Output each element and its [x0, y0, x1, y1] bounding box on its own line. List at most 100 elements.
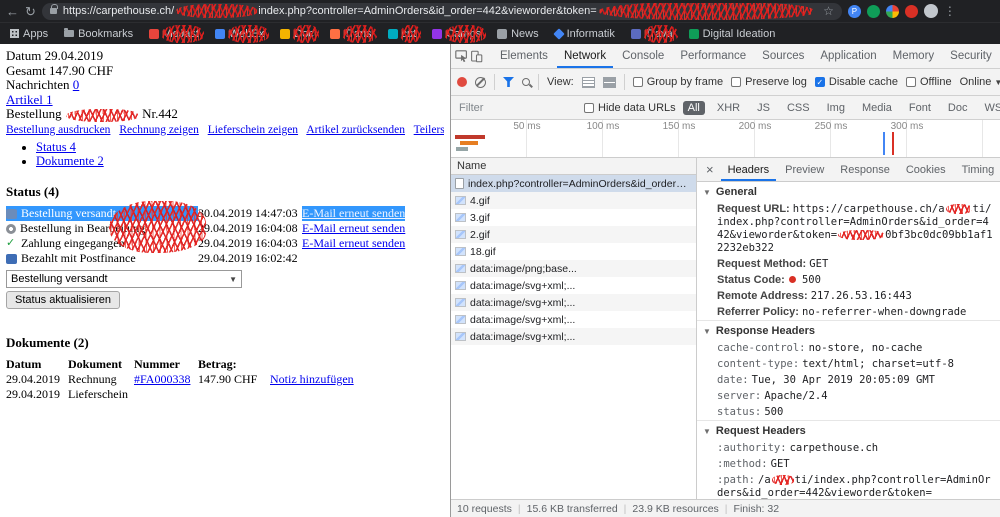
throttling-select[interactable]: Online ▼ — [960, 76, 1000, 88]
request-row[interactable]: index.php?controller=AdminOrders&id_orde… — [451, 175, 696, 192]
request-row[interactable]: 3.gif — [451, 209, 696, 226]
articles-link[interactable]: Artikel 1 — [6, 92, 53, 107]
inspect-element-icon[interactable] — [455, 48, 468, 64]
record-icon[interactable] — [457, 77, 467, 87]
tab-memory[interactable]: Memory — [886, 45, 942, 68]
filter-type-xhr[interactable]: XHR — [712, 101, 745, 115]
invoice-number-link[interactable]: #FA000338 — [134, 372, 198, 387]
bookmark-item[interactable]: Informatik — [552, 28, 615, 40]
general-row: Remote Address: 217.26.53.16:443 — [697, 288, 1000, 304]
tab-sources[interactable]: Sources — [755, 45, 811, 68]
toc-documents-link[interactable]: Dokumente 2 — [36, 154, 104, 168]
filter-type-doc[interactable]: Doc — [943, 101, 973, 115]
disable-cache-checkbox[interactable]: ✓ Disable cache — [814, 76, 898, 88]
name-column-header[interactable]: Name — [451, 158, 696, 175]
bookmark-item[interactable]: Trava — [630, 24, 678, 43]
add-note-link[interactable]: Notiz hinzufügen — [270, 372, 354, 387]
messages-count-link[interactable]: 0 — [73, 77, 80, 92]
bookmark-item[interactable]: Doc — [280, 24, 319, 43]
tab-preview[interactable]: Preview — [778, 159, 831, 181]
address-bar[interactable]: https://carpethouse.ch/index.php?control… — [41, 2, 842, 20]
filter-type-css[interactable]: CSS — [782, 101, 815, 115]
general-section-title[interactable]: ▼ General — [697, 182, 1000, 201]
request-row[interactable]: data:image/svg+xml;... — [451, 328, 696, 345]
tab-performance[interactable]: Performance — [673, 45, 753, 68]
resend-email-link[interactable]: E-Mail erneut senden — [302, 221, 405, 236]
resend-email-link[interactable]: E-Mail erneut senden — [302, 236, 405, 251]
bookmark-item[interactable]: VidJast — [149, 24, 204, 43]
header-row: date: Tue, 30 Apr 2019 20:05:09 GMT — [697, 372, 1000, 388]
request-row[interactable]: 2.gif — [451, 226, 696, 243]
column-header: Betrag: — [198, 357, 237, 372]
request-row[interactable]: 4.gif — [451, 192, 696, 209]
general-section: ▼ General Request URL: https://carpethou… — [697, 182, 1000, 320]
bookmark-star-icon[interactable]: ☆ — [823, 4, 834, 18]
hide-data-urls-checkbox[interactable]: Hide data URLs — [584, 102, 676, 114]
extension-icon[interactable]: P — [847, 4, 861, 18]
offline-checkbox[interactable]: Offline — [905, 76, 952, 88]
show-delivery-slip-link[interactable]: Lieferschein zeigen — [208, 124, 298, 136]
request-row[interactable]: data:image/png;base... — [451, 260, 696, 277]
print-order-link[interactable]: Bestellung ausdrucken — [6, 124, 110, 136]
apps-shortcut[interactable]: Apps — [10, 28, 48, 40]
tab-cookies[interactable]: Cookies — [899, 159, 953, 181]
search-icon[interactable] — [522, 78, 530, 86]
filter-icon[interactable] — [503, 77, 514, 87]
update-status-button[interactable]: Status aktualisieren — [6, 291, 120, 310]
request-headers-section-title[interactable]: ▼ Request Headers — [697, 420, 1000, 440]
extension-icon[interactable] — [866, 4, 880, 18]
filter-type-font[interactable]: Font — [904, 101, 936, 115]
filter-type-js[interactable]: JS — [752, 101, 775, 115]
reload-icon[interactable]: ↻ — [25, 5, 36, 18]
clear-icon[interactable] — [475, 76, 486, 88]
group-by-frame-checkbox[interactable]: Group by frame — [632, 76, 723, 88]
partial-refund-link[interactable]: Teilerstattung — [414, 124, 444, 136]
request-row[interactable]: data:image/svg+xml;... — [451, 311, 696, 328]
tab-headers[interactable]: Headers — [721, 159, 777, 181]
status-select[interactable]: Bestellung versandt ▼ — [6, 270, 242, 289]
general-row: Request Method: GET — [697, 256, 1000, 272]
request-name: 18.gif — [470, 245, 496, 258]
filter-input[interactable] — [457, 99, 577, 116]
bookmark-label: News — [511, 27, 539, 40]
network-overview-timeline[interactable]: 50 ms 100 ms 150 ms 200 ms 250 ms 300 ms — [451, 120, 1000, 158]
browser-content-area: Datum 29.04.2019 Gesamt 147.90 CHF Nachr… — [0, 44, 1000, 517]
device-toolbar-icon[interactable] — [470, 48, 483, 64]
filter-type-media[interactable]: Media — [857, 101, 897, 115]
bookmark-item[interactable]: WebEx — [214, 24, 270, 43]
tab-timing[interactable]: Timing — [955, 159, 1000, 181]
headers-content: ▼ General Request URL: https://carpethou… — [697, 182, 1000, 499]
preserve-log-checkbox[interactable]: Preserve log — [731, 76, 807, 88]
close-details-icon[interactable]: × — [701, 162, 719, 177]
back-icon[interactable]: ← — [6, 5, 19, 18]
request-row[interactable]: 18.gif — [451, 243, 696, 260]
bookmark-item[interactable]: News — [497, 28, 539, 40]
filter-type-ws[interactable]: WS — [979, 101, 1000, 115]
tab-security[interactable]: Security — [943, 45, 999, 68]
extension-icon[interactable] — [885, 4, 899, 18]
bookmark-item[interactable]: Digital Ideation — [688, 28, 775, 40]
tab-application[interactable]: Application — [813, 45, 883, 68]
filter-type-img[interactable]: Img — [822, 101, 850, 115]
resend-email-link[interactable]: E-Mail erneut senden — [302, 206, 406, 222]
request-row[interactable]: data:image/svg+xml;... — [451, 277, 696, 294]
response-headers-section-title[interactable]: ▼ Response Headers — [697, 320, 1000, 340]
tab-console[interactable]: Console — [615, 45, 671, 68]
bookmark-item[interactable]: cut — [387, 24, 422, 43]
bookmarks-folder[interactable]: Bookmarks — [64, 28, 133, 40]
toc-status-link[interactable]: Status 4 — [36, 140, 76, 154]
tab-network[interactable]: Network — [557, 45, 613, 68]
list-view-icon[interactable] — [581, 76, 595, 88]
show-invoice-link[interactable]: Rechnung zeigen — [119, 124, 199, 136]
extension-icon[interactable] — [904, 4, 918, 18]
tab-elements[interactable]: Elements — [493, 45, 555, 68]
return-products-link[interactable]: Artikel zurücksenden — [306, 124, 405, 136]
bookmark-item[interactable]: Camps — [432, 24, 487, 43]
browser-menu-icon[interactable]: ⋮ — [944, 4, 956, 18]
filter-type-all[interactable]: All — [682, 100, 705, 115]
large-rows-icon[interactable] — [602, 76, 616, 88]
request-row[interactable]: data:image/svg+xml;... — [451, 294, 696, 311]
profile-avatar[interactable] — [923, 4, 938, 18]
tab-response[interactable]: Response — [833, 159, 897, 181]
bookmark-item[interactable]: Trans — [329, 24, 377, 43]
